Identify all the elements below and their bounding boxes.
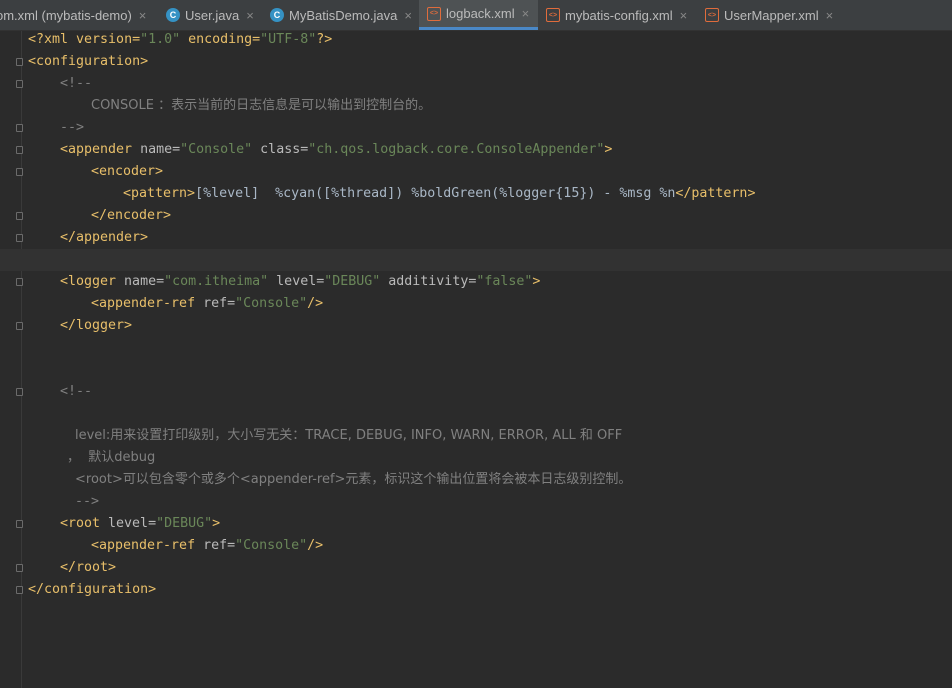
code-line-23: <root level="DEBUG"> (60, 516, 221, 531)
fold-marker-icon[interactable] (16, 168, 23, 176)
fold-marker-icon[interactable] (16, 212, 23, 220)
close-icon[interactable]: × (522, 6, 530, 21)
tab-label: User.java (185, 7, 240, 23)
tab-mybatisdemo-java[interactable]: C MyBatisDemo.java × (270, 0, 418, 30)
fold-marker-icon[interactable] (16, 388, 23, 396)
fold-marker-icon[interactable] (16, 146, 23, 154)
tab-label: logback.xml (446, 6, 515, 21)
fold-marker-icon[interactable] (16, 564, 23, 572)
code-line-5: --> (60, 120, 85, 135)
close-icon[interactable]: × (826, 8, 834, 23)
close-icon[interactable]: × (246, 8, 254, 23)
tab-label: UserMapper.xml (724, 7, 819, 23)
close-icon[interactable]: × (680, 8, 688, 23)
tab-label: mybatis-config.xml (565, 7, 673, 23)
code-line-10: </appender> (60, 230, 149, 245)
fold-marker-icon[interactable] (16, 234, 23, 242)
close-icon[interactable]: × (404, 8, 412, 23)
code-line-17: <!-- (60, 384, 93, 399)
fold-marker-icon[interactable] (16, 58, 23, 66)
code-line-9: </encoder> (91, 208, 172, 223)
code-line-4: CONSOLE ：表示当前的日志信息是可以输出到控制台的。 (91, 98, 432, 113)
tab-mybatis-config-xml[interactable]: <> mybatis-config.xml × (546, 0, 698, 30)
code-editor[interactable]: <?xml version="1.0" encoding="UTF-8"?> <… (0, 31, 952, 688)
code-line-25: </root> (60, 560, 117, 575)
fold-marker-icon[interactable] (16, 520, 23, 528)
tab-usermapper-xml[interactable]: <> UserMapper.xml × (705, 0, 845, 30)
tab-label: om.xml (mybatis-demo) (0, 7, 132, 23)
code-line-20: ， 默认debug (67, 450, 156, 465)
code-line-8: <pattern>[%level] %cyan([%thread]) %bold… (123, 186, 756, 201)
code-line-7: <encoder> (91, 164, 164, 179)
fold-marker-icon[interactable] (16, 80, 23, 88)
close-icon[interactable]: × (139, 8, 147, 23)
fold-marker-icon[interactable] (16, 586, 23, 594)
xml-file-icon: <> (546, 8, 560, 22)
xml-file-icon: <> (427, 6, 441, 21)
fold-marker-icon[interactable] (16, 278, 23, 286)
code-line-21: <root>可以包含零个或多个<appender-ref>元素，标识这个输出位置… (75, 472, 632, 487)
editor-tab-bar: om.xml (mybatis-demo) × C User.java × C … (0, 0, 952, 31)
code-line-22: --> (75, 494, 100, 509)
tab-label: MyBatisDemo.java (289, 7, 398, 23)
code-line-1: <?xml version="1.0" encoding="UTF-8"?> (28, 32, 333, 47)
fold-marker-icon[interactable] (16, 322, 23, 330)
tab-user-java[interactable]: C User.java × (166, 0, 262, 30)
xml-file-icon: <> (705, 8, 719, 22)
runnable-class-icon: C (270, 8, 284, 22)
current-line-highlight (0, 249, 952, 271)
class-icon: C (166, 8, 180, 22)
code-line-26: </configuration> (28, 582, 157, 597)
code-line-2: <configuration> (28, 54, 149, 69)
code-line-19: level:用来设置打印级别，大小写无关：TRACE, DEBUG, INFO,… (75, 428, 623, 443)
code-line-24: <appender-ref ref="Console"/> (91, 538, 324, 553)
code-line-13: <appender-ref ref="Console"/> (91, 296, 324, 311)
tab-pom-xml[interactable]: om.xml (mybatis-demo) × (0, 0, 156, 30)
code-line-14: </logger> (60, 318, 133, 333)
tab-logback-xml[interactable]: <> logback.xml × (419, 0, 538, 30)
code-line-12: <logger name="com.itheima" level="DEBUG"… (60, 274, 541, 289)
code-line-3: <!-- (60, 76, 93, 91)
fold-marker-icon[interactable] (16, 124, 23, 132)
code-line-6: <appender name="Console" class="ch.qos.l… (60, 142, 613, 157)
